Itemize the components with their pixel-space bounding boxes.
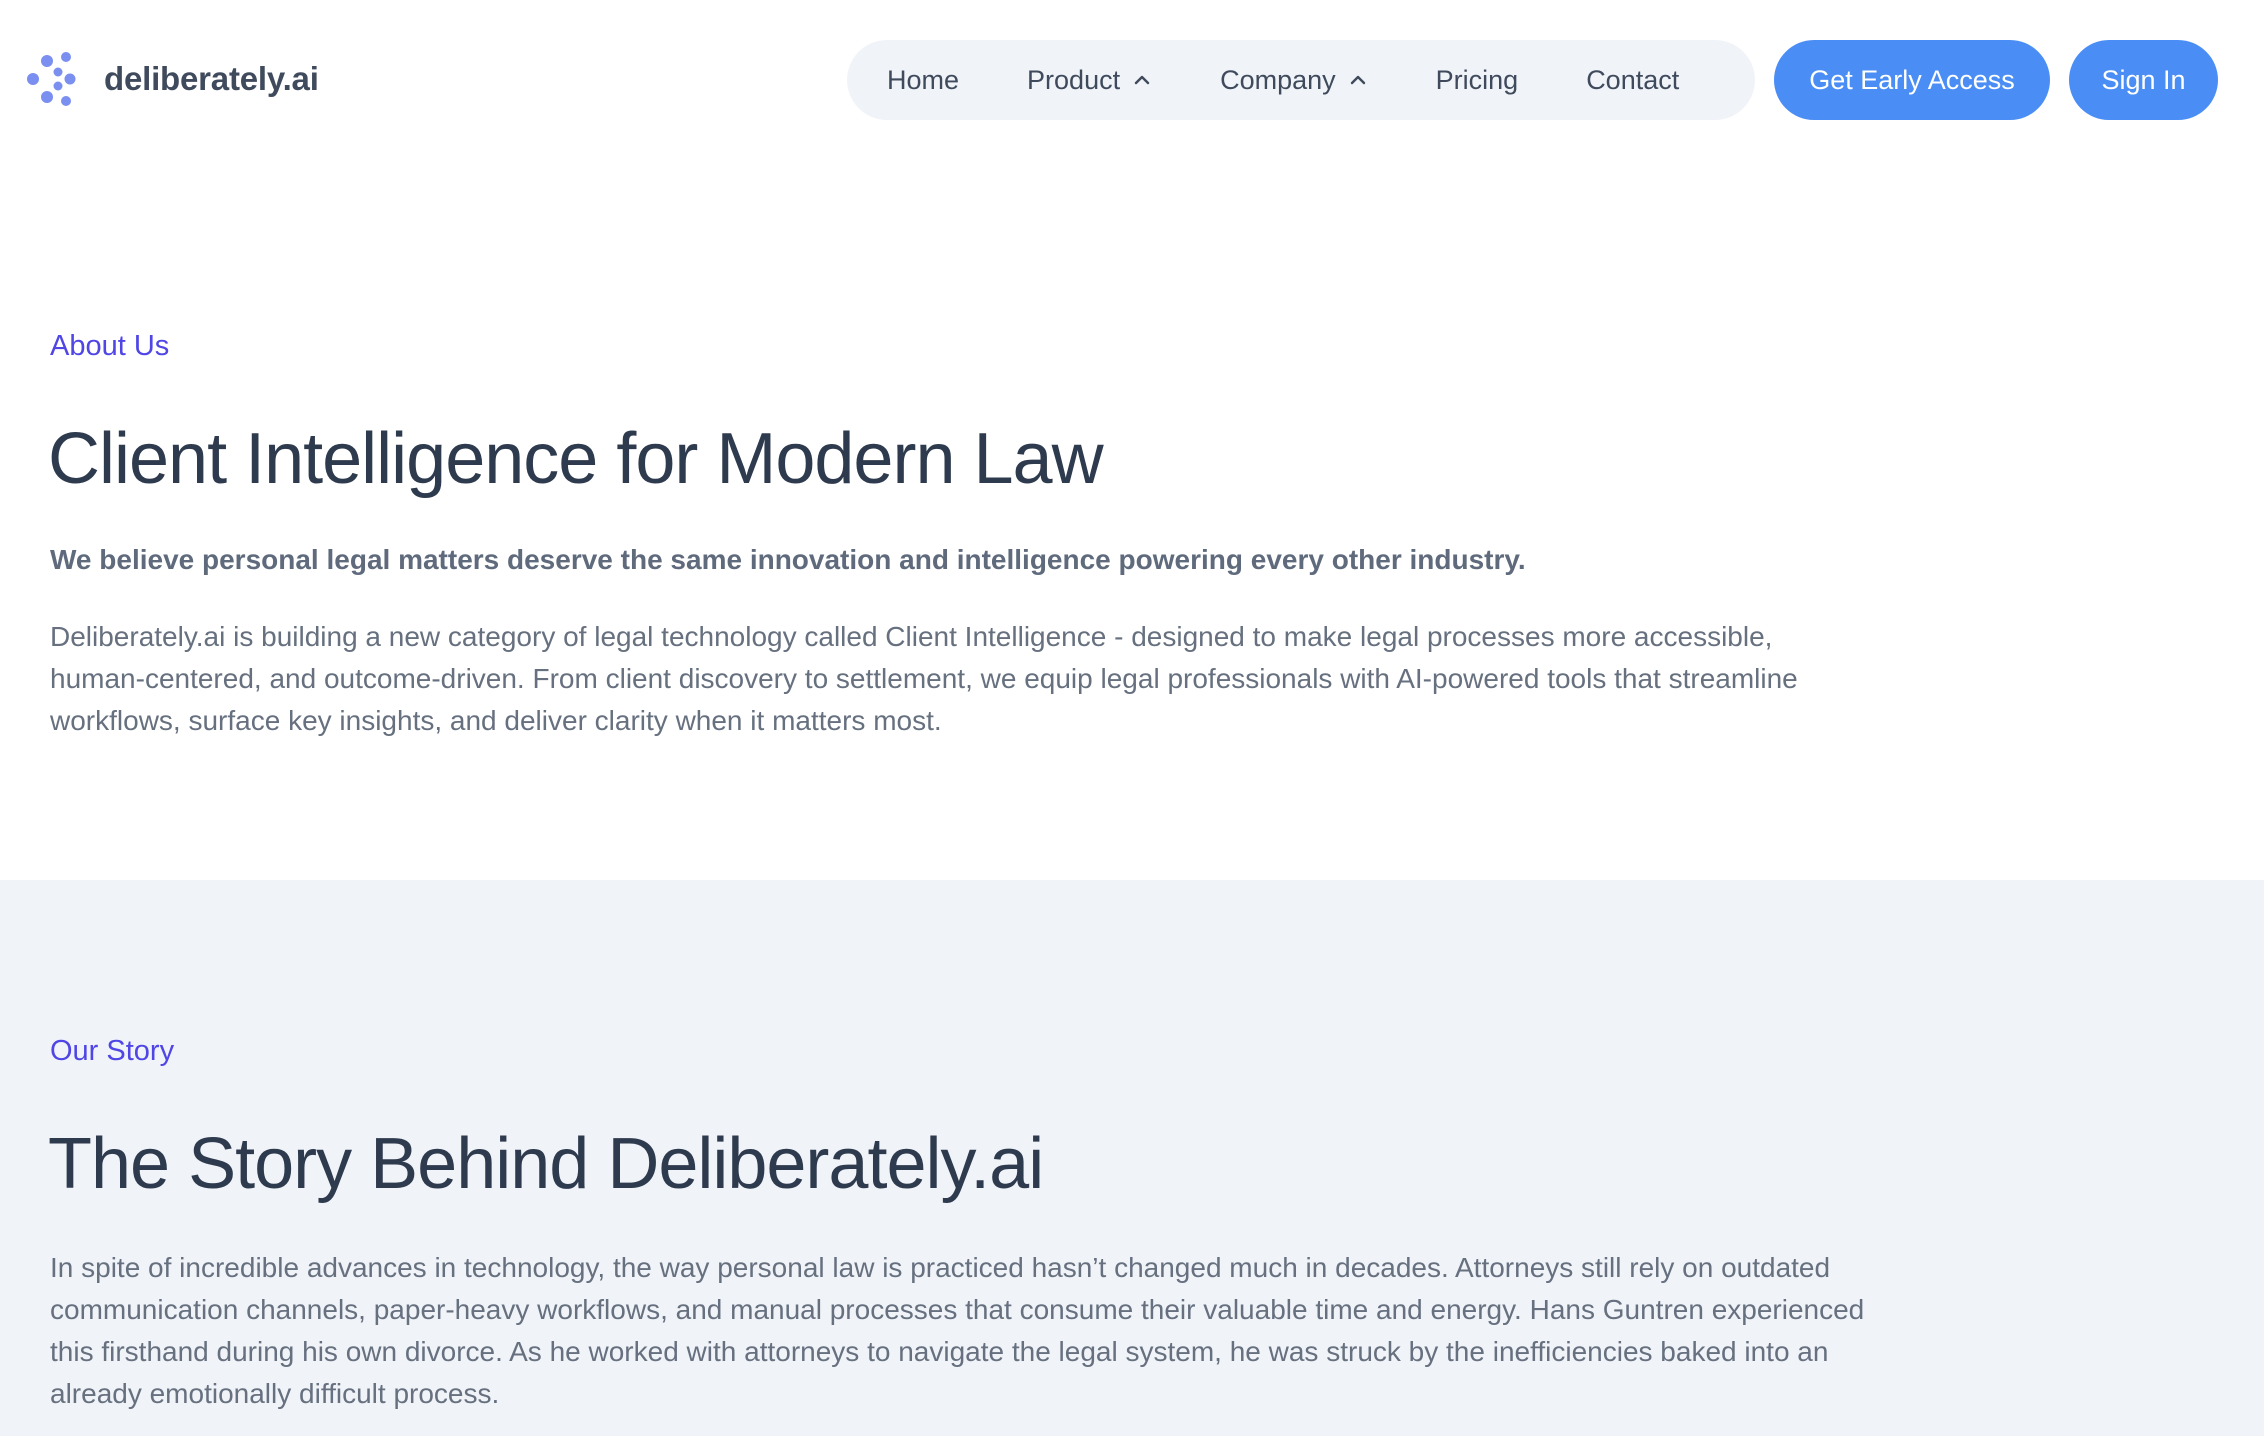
brand-name: deliberately.ai (104, 60, 319, 97)
about-eyebrow: About Us (50, 330, 170, 362)
nav-company-dropdown[interactable]: Company (1220, 40, 1368, 120)
story-title: The Story Behind Deliberately.ai (48, 1124, 1044, 1204)
about-section: About Us Client Intelligence for Modern … (0, 160, 2264, 880)
nav-pricing[interactable]: Pricing (1436, 40, 1519, 120)
story-section: Our Story The Story Behind Deliberately.… (0, 880, 2264, 1436)
about-body: Deliberately.ai is building a new catego… (50, 621, 1798, 736)
nav-pricing-label: Pricing (1435, 64, 1519, 95)
nav-home-label: Home (887, 64, 960, 95)
main-nav: Home Product Company Pricing Contact (847, 40, 1755, 120)
story-eyebrow: Our Story (50, 1035, 175, 1067)
sign-in-button[interactable]: Sign In (2069, 40, 2218, 120)
get-early-access-button[interactable]: Get Early Access (1774, 40, 2050, 120)
nav-home[interactable]: Home (887, 40, 959, 120)
about-lead: We believe personal legal matters deserv… (50, 544, 1526, 575)
chevron-up-icon (1134, 75, 1150, 85)
site-header: deliberately.ai Home Product Company Pri… (0, 0, 2264, 160)
brand-logo[interactable]: deliberately.ai (24, 48, 319, 110)
chevron-up-icon (1350, 75, 1365, 85)
nav-contact-label: Contact (1586, 64, 1680, 95)
nav-product-dropdown[interactable]: Product (1027, 40, 1152, 120)
nav-product-label: Product (1027, 64, 1121, 95)
nav-company-label: Company (1220, 64, 1336, 95)
brand-dots-icon (27, 52, 76, 106)
about-title: Client Intelligence for Modern Law (48, 419, 1104, 499)
nav-contact[interactable]: Contact (1586, 40, 1679, 120)
story-body: In spite of incredible advances in techn… (50, 1252, 1865, 1409)
